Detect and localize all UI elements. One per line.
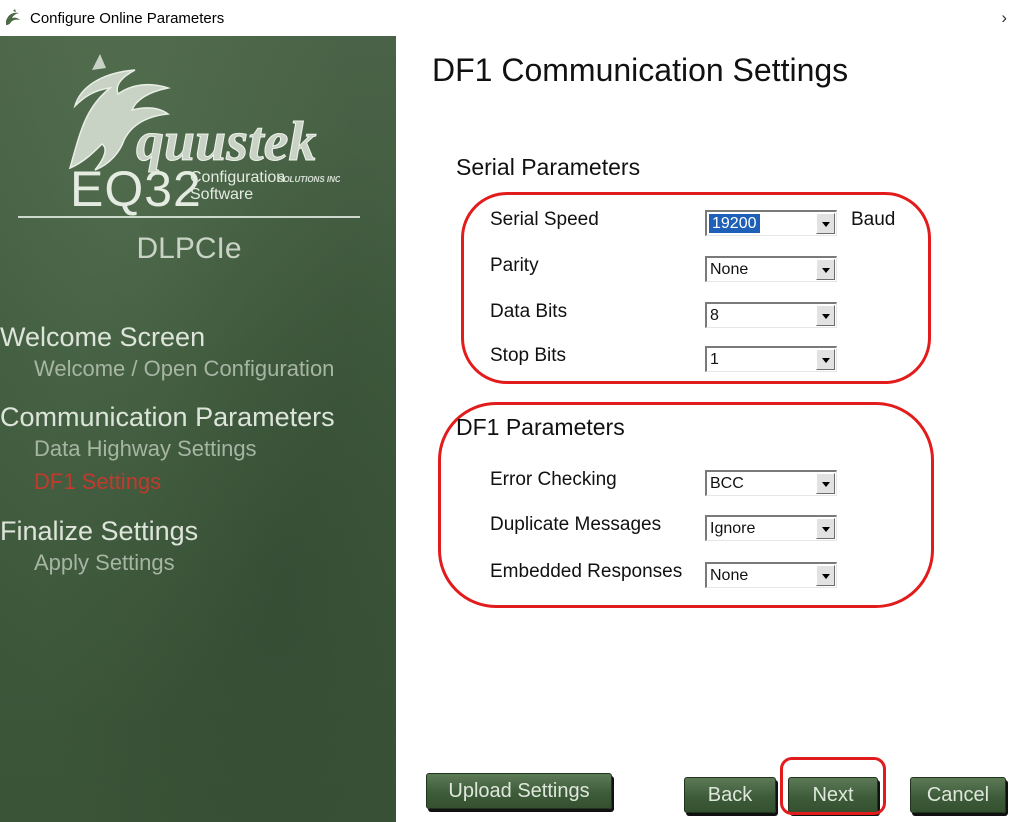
- duplicate-messages-label: Duplicate Messages: [490, 514, 662, 535]
- parity-value: None: [710, 261, 749, 278]
- nav-item-df1-settings[interactable]: DF1 Settings: [34, 469, 161, 495]
- chevron-down-icon[interactable]: [816, 518, 835, 539]
- embedded-responses-value: None: [710, 567, 749, 584]
- error-checking-label: Error Checking: [490, 469, 617, 490]
- stop-bits-select[interactable]: 1: [705, 346, 837, 372]
- parity-label: Parity: [490, 255, 539, 276]
- stop-bits-label: Stop Bits: [490, 345, 567, 366]
- chevron-down-icon[interactable]: [816, 259, 835, 280]
- nav-item-welcome-open[interactable]: Welcome / Open Configuration: [34, 356, 334, 382]
- embedded-responses-select[interactable]: None: [705, 562, 837, 588]
- data-bits-label: Data Bits: [490, 301, 568, 322]
- duplicate-messages-select[interactable]: Ignore: [705, 515, 837, 541]
- serial-speed-select[interactable]: 19200: [705, 210, 837, 236]
- nav-heading-finalize[interactable]: Finalize Settings: [0, 516, 198, 547]
- df1-parameters-title: DF1 Parameters: [456, 414, 625, 440]
- logo-subtext: SOLUTIONS INC.: [278, 175, 340, 184]
- serial-speed-label: Serial Speed: [490, 209, 599, 230]
- chevron-down-icon[interactable]: [816, 565, 835, 586]
- data-bits-select[interactable]: 8: [705, 302, 837, 328]
- chevron-down-icon[interactable]: [816, 213, 835, 234]
- close-icon[interactable]: ›: [1001, 8, 1007, 28]
- parity-select[interactable]: None: [705, 256, 837, 282]
- annotation-ring-next: [780, 757, 886, 815]
- nav-heading-welcome[interactable]: Welcome Screen: [0, 322, 205, 353]
- chevron-down-icon[interactable]: [816, 473, 835, 494]
- page-title: DF1 Communication Settings: [432, 52, 849, 88]
- serial-speed-value: 19200: [709, 214, 760, 233]
- error-checking-value: BCC: [710, 475, 744, 492]
- duplicate-messages-value: Ignore: [710, 520, 756, 537]
- app-subtitle-line-2: Software: [190, 186, 254, 203]
- chevron-down-icon[interactable]: [816, 305, 835, 326]
- sidebar-divider: [18, 216, 360, 218]
- back-button[interactable]: Back: [684, 777, 776, 813]
- embedded-responses-label: Embedded Responses: [490, 561, 683, 582]
- app-subtitle-line-1: Configuration: [190, 169, 286, 186]
- serial-speed-unit: Baud: [851, 209, 896, 230]
- serial-parameters-title: Serial Parameters: [456, 154, 641, 180]
- sidebar: quustek SOLUTIONS INC. EQ32 Configuratio…: [0, 36, 396, 822]
- title-bar: Configure Online Parameters ›: [0, 0, 1009, 36]
- product-name: DLPCIe: [136, 232, 242, 265]
- cancel-button[interactable]: Cancel: [910, 777, 1006, 813]
- nav-item-apply-settings[interactable]: Apply Settings: [34, 550, 175, 576]
- data-bits-value: 8: [710, 307, 719, 324]
- window-title: Configure Online Parameters: [30, 10, 225, 27]
- chevron-down-icon[interactable]: [816, 349, 835, 370]
- error-checking-select[interactable]: BCC: [705, 470, 837, 496]
- upload-settings-button[interactable]: Upload Settings: [426, 773, 612, 809]
- equustek-app-icon: [6, 9, 20, 25]
- nav-item-data-highway[interactable]: Data Highway Settings: [34, 436, 257, 462]
- nav-heading-communication[interactable]: Communication Parameters: [0, 402, 335, 433]
- app-subtitle: Configuration Software: [190, 169, 285, 203]
- app-name: EQ32: [70, 161, 202, 217]
- stop-bits-value: 1: [710, 351, 719, 368]
